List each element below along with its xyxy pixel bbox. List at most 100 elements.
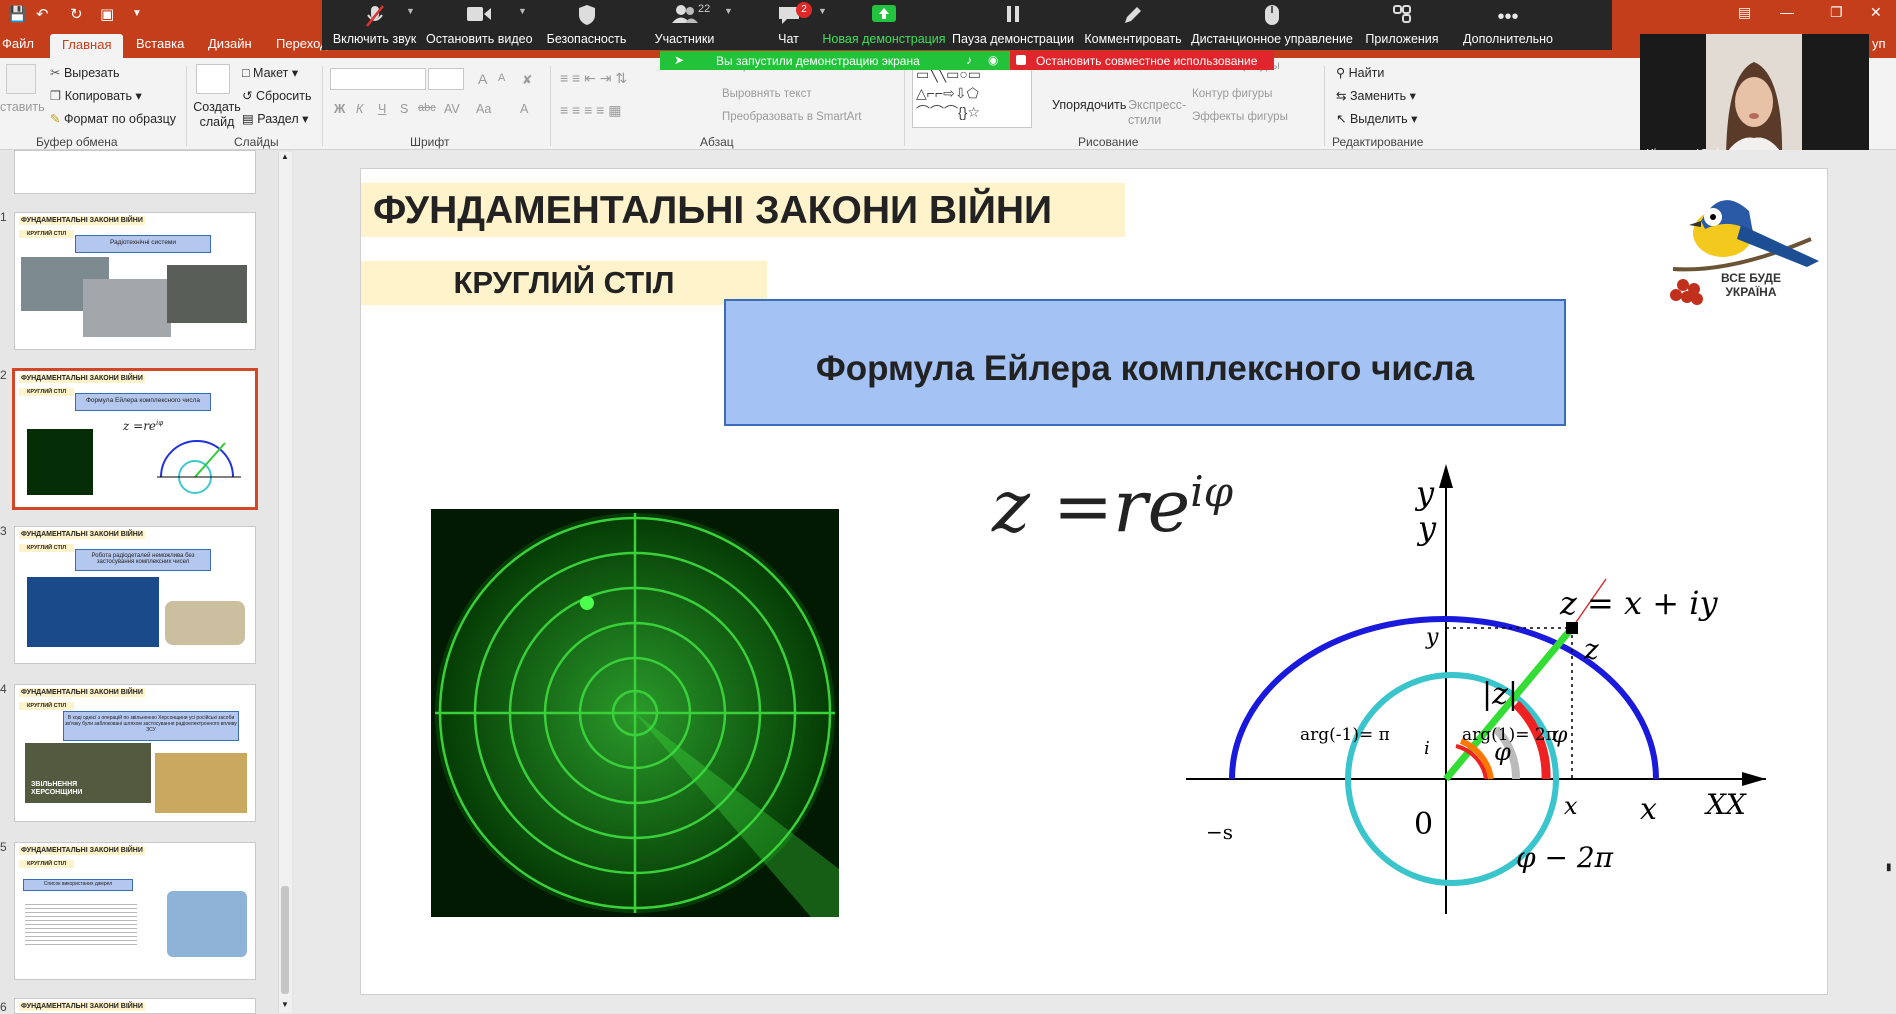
ukraine-bird-logo: ВСЕ БУДЕ УКРАЇНА xyxy=(1661,181,1826,331)
bold-button[interactable]: Ж xyxy=(334,102,345,116)
tab-file[interactable]: Файл xyxy=(2,36,34,51)
slide-2[interactable]: ФУНДАМЕНТАЛЬНІ ЗАКОНИ ВІЙНИ КРУГЛИЙ СТІЛ… xyxy=(360,168,1828,995)
radar-image[interactable] xyxy=(431,509,839,917)
replace-button[interactable]: ⇆ Заменить ▾ xyxy=(1336,88,1416,103)
slide-thumbnail-4[interactable]: ФУНДАМЕНТАЛЬНІ ЗАКОНИ ВІЙНИ КРУГЛИЙ СТІЛ… xyxy=(14,684,256,822)
font-name-select[interactable] xyxy=(330,68,426,90)
undo-icon[interactable]: ↶ xyxy=(36,5,49,23)
scroll-up-icon[interactable]: ▲ xyxy=(281,152,289,161)
slide-thumbnail-1[interactable]: ФУНДАМЕНТАЛЬНІ ЗАКОНИ ВІЙНИ КРУГЛИЙ СТІЛ… xyxy=(14,212,256,350)
shadow-button[interactable]: S xyxy=(400,102,408,116)
stop-share-button[interactable]: Остановить совместное использование xyxy=(1010,51,1274,70)
arrange-button[interactable]: Упорядочить xyxy=(1052,98,1126,112)
scroll-down-icon[interactable]: ▼ xyxy=(281,1000,289,1009)
font-color-button[interactable]: A xyxy=(520,102,528,116)
tab-insert[interactable]: Вставка xyxy=(136,36,184,51)
apps-button[interactable]: Приложения xyxy=(1356,0,1448,50)
minimize-icon[interactable]: — xyxy=(1780,4,1794,20)
stop-video-button[interactable]: ▼ Остановить видео xyxy=(426,0,533,50)
group-separator xyxy=(186,66,187,146)
tab-home[interactable]: Главная xyxy=(50,34,124,58)
paste-icon[interactable] xyxy=(6,64,36,94)
complex-plane-diagram[interactable]: y y y z = x + iy z |z| φ φ arg(-1)= π ar… xyxy=(1186,454,1766,914)
participant-face xyxy=(1706,34,1802,163)
italic-button[interactable]: К xyxy=(356,102,363,116)
slide-thumbnail-6[interactable]: ФУНДАМЕНТАЛЬНІ ЗАКОНИ ВІЙНИ xyxy=(14,998,256,1014)
scroll-thumb[interactable] xyxy=(281,886,289,994)
zoom-meeting-controls: ▼ Включить звук ▼ Остановить видео Безоп… xyxy=(322,0,1612,50)
reset-button[interactable]: ↺ Сбросить xyxy=(242,88,312,103)
x-small-label: x xyxy=(1564,792,1578,820)
align-icons[interactable]: ≡ ≡ ≡ ≡ ▦ xyxy=(560,102,621,119)
strike-button[interactable]: abc xyxy=(418,102,436,114)
components-photo xyxy=(165,601,245,645)
ribbon: ставить ✂ Вырезать ❐ Копировать ▾ ✎ Форм… xyxy=(0,58,1896,150)
case-button[interactable]: Aa xyxy=(476,102,491,116)
participants-button[interactable]: 22 ▼ Участники xyxy=(632,0,737,50)
more-options-button[interactable]: ••• Дополнительно xyxy=(1450,0,1566,50)
pause-share-button[interactable]: Пауза демонстрации xyxy=(950,0,1076,50)
close-icon[interactable]: ✕ xyxy=(1870,4,1882,21)
cut-button[interactable]: ✂ Вырезать xyxy=(50,65,120,80)
annotate-button[interactable]: Комментировать xyxy=(1078,0,1188,50)
tab-design[interactable]: Дизайн xyxy=(208,36,252,51)
participant-video[interactable]: Кіяниця Юліанна xyxy=(1640,34,1869,163)
thumbnail-scrollbar[interactable]: ▲ ▼ xyxy=(278,152,292,1013)
shape-effects-button[interactable]: Эффекты фигуры xyxy=(1192,111,1288,123)
new-share-button[interactable]: Новая демонстрация xyxy=(822,0,946,50)
group-label-drawing: Рисование xyxy=(1078,135,1139,149)
shapes-gallery[interactable]: ▭╲╲▭○▭ △⌐⌐⇨⇩⬠ ⌒⌒⌒{}☆ xyxy=(912,64,1032,128)
section-icon: ▤ xyxy=(242,112,258,126)
bullets-icon[interactable]: ≡ ≡ ⇤ ⇥ ⇅ xyxy=(560,70,627,87)
scroll-indicator-icon[interactable]: ▮ xyxy=(1886,862,1892,873)
more-icon[interactable]: ▼ xyxy=(132,8,142,19)
slide-heading-box[interactable]: Формула Ейлера комплексного числа xyxy=(724,299,1566,426)
format-painter-button[interactable]: ✎ Формат по образцу xyxy=(50,111,176,126)
pen-icon xyxy=(1078,4,1188,30)
grow-font-button[interactable]: A xyxy=(478,71,487,87)
slide-thumbnail-prev[interactable] xyxy=(14,150,256,194)
paste-button[interactable]: ставить xyxy=(0,100,45,114)
present-icon[interactable]: ▣ xyxy=(100,5,114,23)
group-separator xyxy=(1324,66,1325,146)
new-slide-button[interactable]: Создать слайд xyxy=(192,100,242,130)
pin-icon[interactable]: ➤ xyxy=(674,53,684,67)
smartart-button[interactable]: Преобразовать в SmartArt xyxy=(722,111,862,123)
slide-title[interactable]: ФУНДАМЕНТАЛЬНІ ЗАКОНИ ВІЙНИ xyxy=(361,183,1125,237)
slide-subtitle[interactable]: КРУГЛИЙ СТІЛ xyxy=(361,261,767,305)
ribbon-display-icon[interactable]: ▤ xyxy=(1738,4,1751,21)
spacing-button[interactable]: AV xyxy=(444,102,460,116)
tab-right-cut[interactable]: уп xyxy=(1872,36,1886,51)
unmute-button[interactable]: ▼ Включить звук xyxy=(322,0,427,50)
layout-button[interactable]: □ Макет ▾ xyxy=(242,65,298,80)
security-button[interactable]: Безопасность xyxy=(534,0,639,50)
shape-outline-button[interactable]: Контур фигуры xyxy=(1192,88,1272,100)
new-slide-icon[interactable] xyxy=(196,64,230,94)
restore-icon[interactable]: ❐ xyxy=(1830,4,1843,21)
clear-format-icon[interactable]: ✘ xyxy=(522,72,532,87)
mic-icon: ♪ xyxy=(966,53,972,67)
slide-thumbnail-3[interactable]: ФУНДАМЕНТАЛЬНІ ЗАКОНИ ВІЙНИ КРУГЛИЙ СТІЛ… xyxy=(14,526,256,664)
references-text xyxy=(25,901,137,945)
group-label-paragraph: Абзац xyxy=(700,135,734,149)
group-separator xyxy=(550,66,551,146)
shrink-font-button[interactable]: A xyxy=(498,72,505,84)
section-button[interactable]: ▤ Раздел ▾ xyxy=(242,111,308,126)
save-icon[interactable]: 💾 xyxy=(8,5,27,23)
slide-scrollbar[interactable]: ▮ xyxy=(1884,150,1896,1013)
redo-icon[interactable]: ↻ xyxy=(70,5,83,23)
underline-button[interactable]: Ч xyxy=(378,102,386,116)
quick-styles-button[interactable]: Экспресс-стили xyxy=(1128,98,1188,128)
replace-icon: ⇆ xyxy=(1336,89,1350,103)
copy-icon: ❐ xyxy=(50,89,65,103)
find-button[interactable]: ⚲ Найти xyxy=(1336,65,1384,80)
remote-control-button[interactable]: Дистанционное управление xyxy=(1188,0,1356,50)
group-separator xyxy=(904,66,905,146)
align-text-button[interactable]: Выровнять текст xyxy=(722,88,812,100)
copy-button[interactable]: ❐ Копировать ▾ xyxy=(50,88,142,103)
slide-thumbnail-5[interactable]: ФУНДАМЕНТАЛЬНІ ЗАКОНИ ВІЙНИ КРУГЛИЙ СТІЛ… xyxy=(14,842,256,980)
group-label-editing: Редактирование xyxy=(1332,135,1424,149)
slide-thumbnail-2[interactable]: ФУНДАМЕНТАЛЬНІ ЗАКОНИ ВІЙНИ КРУГЛИЙ СТІЛ… xyxy=(12,368,258,510)
font-size-select[interactable] xyxy=(428,68,464,90)
select-button[interactable]: ↖ Выделить ▾ xyxy=(1336,111,1417,126)
